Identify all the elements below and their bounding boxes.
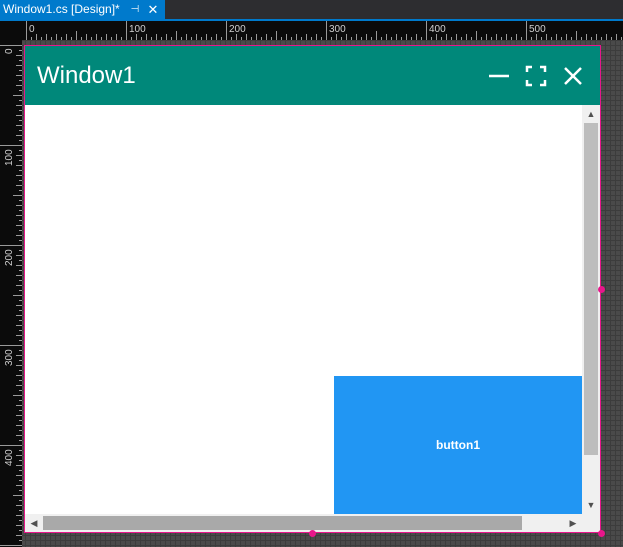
ruler-label: 200: [4, 249, 15, 266]
horizontal-ruler-graphic: 0 100 200 300 400 500: [26, 21, 622, 40]
ruler-label: 200: [229, 24, 246, 35]
pin-icon[interactable]: ⊣: [129, 0, 141, 19]
horizontal-scrollbar[interactable]: ◀ ▶: [25, 514, 582, 532]
vertical-ruler: 0100200300400500: [0, 21, 22, 547]
scroll-left-icon[interactable]: ◀: [25, 514, 43, 532]
window-titlebar[interactable]: Window1: [25, 46, 600, 105]
ruler-label: 500: [529, 24, 546, 35]
ruler-label: 0: [29, 24, 35, 35]
resize-handle-bottom[interactable]: [309, 530, 316, 537]
window-title: Window1: [37, 62, 136, 89]
vertical-scrollbar[interactable]: ▲ ▼: [582, 105, 600, 514]
ruler-label: 300: [329, 24, 346, 35]
close-tab-icon[interactable]: ✕: [147, 0, 159, 19]
horizontal-scroll-thumb[interactable]: [43, 516, 522, 530]
ruler-label: 100: [4, 149, 15, 166]
tab-window1-design[interactable]: Window1.cs [Design]* ⊣ ✕: [0, 0, 165, 19]
vertical-scroll-thumb[interactable]: [584, 123, 598, 455]
scroll-up-icon[interactable]: ▲: [582, 105, 600, 123]
design-window[interactable]: Window1 button1 ▲ ▼ ◀ ▶: [24, 45, 601, 533]
ruler-label: 0: [4, 48, 15, 54]
close-icon[interactable]: [562, 65, 584, 87]
document-tab-bar: Window1.cs [Design]* ⊣ ✕: [0, 0, 623, 21]
window-client-area[interactable]: button1 ▲ ▼ ◀ ▶: [25, 105, 600, 532]
button1[interactable]: button1: [334, 376, 582, 514]
resize-handle-bottom-right[interactable]: [598, 530, 605, 537]
tab-title: Window1.cs [Design]*: [3, 2, 120, 16]
maximize-icon[interactable]: [525, 65, 547, 87]
ruler-label: 100: [129, 24, 146, 35]
resize-handle-right[interactable]: [598, 286, 605, 293]
horizontal-ruler: 0 100 200 300 400 500: [22, 21, 623, 40]
scroll-down-icon[interactable]: ▼: [582, 496, 600, 514]
ruler-label: 400: [4, 449, 15, 466]
vertical-ruler-graphic: 0100200300400500: [0, 45, 22, 546]
ruler-label: 300: [4, 349, 15, 366]
minimize-icon[interactable]: [488, 65, 510, 87]
scrollbar-corner: [582, 514, 600, 532]
ruler-corner: [0, 21, 22, 40]
scroll-right-icon[interactable]: ▶: [564, 514, 582, 532]
ruler-label: 400: [429, 24, 446, 35]
